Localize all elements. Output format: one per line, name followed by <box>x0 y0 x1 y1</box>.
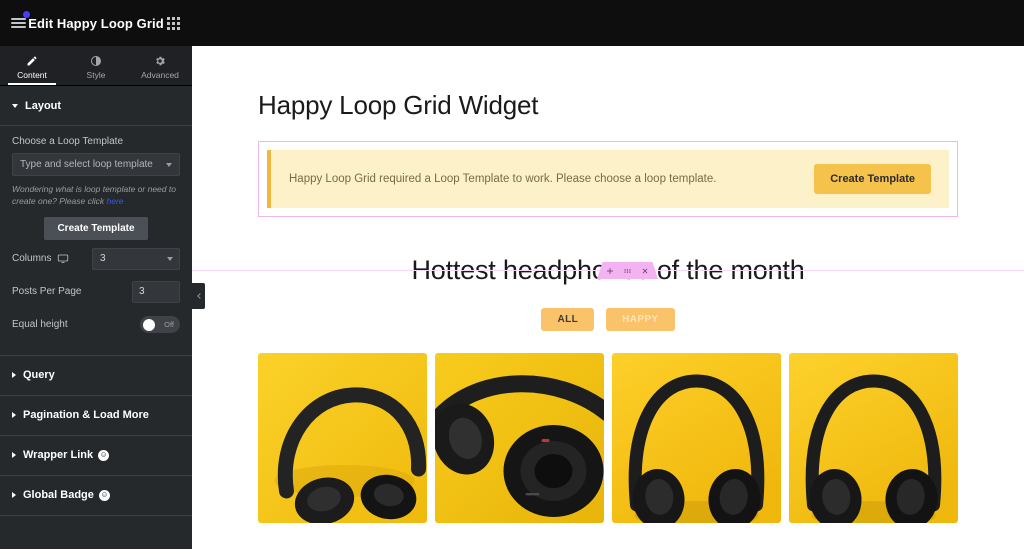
equal-height-control: Equal height Off <box>0 311 192 339</box>
section-global-badge-label: Global Badge <box>23 489 94 502</box>
columns-select[interactable]: 3 <box>92 247 180 270</box>
loop-grid-card[interactable] <box>612 353 781 523</box>
desktop-monitor-icon[interactable] <box>57 253 69 265</box>
loop-grid-card[interactable] <box>435 353 604 523</box>
pencil-icon <box>27 55 37 65</box>
posts-per-page-control: Posts Per Page <box>0 278 192 306</box>
section-layout-label: Layout <box>25 99 62 112</box>
caret-right-icon <box>12 372 16 379</box>
loop-template-label: Choose a Loop Template <box>12 136 124 147</box>
section-pagination-load-more[interactable]: Pagination & Load More <box>0 396 192 436</box>
equal-height-label: Equal height <box>12 319 68 331</box>
toggle-knob <box>143 318 155 331</box>
close-x-icon[interactable] <box>641 267 649 275</box>
element-floating-toolbar <box>597 262 658 279</box>
panel-title: Edit Happy Loop Grid <box>28 15 164 31</box>
panel-body: Layout Choose a Loop Template Type and s… <box>0 86 192 549</box>
contrast-half-circle-icon <box>91 55 101 66</box>
collapsed-sections: Query Pagination & Load More Wrapper Lin… <box>0 354 192 516</box>
editor-canvas: Happy Loop Grid Widget Happy Loop Grid r… <box>192 0 1024 549</box>
notice-create-template-button[interactable]: Create Template <box>814 164 931 194</box>
tab-style[interactable]: Style <box>64 46 128 85</box>
gear-icon <box>156 56 165 65</box>
widget-selected-outline[interactable]: Happy Loop Grid required a Loop Template… <box>258 141 958 217</box>
equal-height-toggle[interactable]: Off <box>140 316 180 334</box>
loop-grid-widget-section: Happy Loop Grid Widget Happy Loop Grid r… <box>192 46 1024 217</box>
section-query[interactable]: Query <box>0 356 192 396</box>
notice-text: Happy Loop Grid required a Loop Template… <box>289 173 717 185</box>
happy-addons-pro-badge-icon: ☺ <box>98 449 110 461</box>
loop-template-help: Wondering what is loop template or need … <box>12 183 180 208</box>
filter-bar: ALL HAPPY <box>192 308 1024 331</box>
create-template-button[interactable]: Create Template <box>44 216 148 240</box>
editor-panel: Edit Happy Loop Grid Content Style Advan… <box>0 0 192 549</box>
headphones-tilted-left-image <box>258 353 427 523</box>
happy-addons-pro-badge-icon: ☺ <box>98 489 110 501</box>
caret-down-icon <box>12 103 18 108</box>
loop-grid-card[interactable] <box>258 353 427 523</box>
loop-template-control: Choose a Loop Template Type and select l… <box>0 126 192 240</box>
page-title: Happy Loop Grid Widget <box>258 90 539 120</box>
columns-label: Columns <box>12 253 52 265</box>
tab-content[interactable]: Content <box>0 46 64 85</box>
tab-style-label: Style <box>86 69 106 80</box>
headphones-front-centered-2-image <box>789 353 958 523</box>
loop-template-value: Type and select loop template <box>20 159 153 170</box>
caret-right-icon <box>12 492 16 499</box>
elementor-editor: Edit Happy Loop Grid Content Style Advan… <box>0 0 1024 549</box>
section-wrapper-link[interactable]: Wrapper Link ☺ <box>0 436 192 476</box>
headphones-front-centered-image <box>612 353 781 523</box>
section-wrapper-link-label: Wrapper Link <box>23 449 94 462</box>
tab-advanced[interactable]: Advanced <box>128 46 192 85</box>
posts-per-page-input[interactable] <box>132 280 180 303</box>
section-layout[interactable]: Layout <box>0 86 192 126</box>
help-text-body: Wondering what is loop template or need … <box>12 184 176 207</box>
help-link-here[interactable]: here <box>107 196 124 206</box>
section-pagination-label: Pagination & Load More <box>23 409 149 422</box>
section-query-label: Query <box>23 369 55 382</box>
caret-right-icon <box>12 452 16 459</box>
posts-per-page-label: Posts Per Page <box>12 286 82 298</box>
loop-template-select[interactable]: Type and select loop template <box>12 153 180 176</box>
caret-right-icon <box>12 412 16 419</box>
loop-template-notice: Happy Loop Grid required a Loop Template… <box>267 150 949 208</box>
canvas-top-strip <box>192 0 1024 46</box>
columns-label-wrap: Columns <box>12 253 92 265</box>
columns-control: Columns 3 <box>0 245 192 273</box>
headphones-closeup-angled-image <box>435 353 604 523</box>
drag-handle-dots-icon[interactable] <box>623 267 632 275</box>
tab-content-label: Content <box>17 69 47 80</box>
tab-advanced-label: Advanced <box>141 69 179 80</box>
panel-header: Edit Happy Loop Grid <box>0 0 192 46</box>
section-global-badge[interactable]: Global Badge ☺ <box>0 476 192 516</box>
apps-grid-icon[interactable] <box>164 12 184 34</box>
filter-button-happy[interactable]: HAPPY <box>606 308 675 331</box>
loop-grid-card[interactable] <box>789 353 958 523</box>
hamburger-menu-icon[interactable] <box>8 11 31 34</box>
loop-grid-cards <box>192 353 1024 523</box>
panel-collapse-handle[interactable] <box>192 283 205 309</box>
columns-value: 3 <box>100 253 106 265</box>
chevron-left-icon <box>196 293 203 299</box>
toggle-state-label: Off <box>164 320 174 330</box>
plus-icon[interactable] <box>606 267 614 275</box>
panel-tabs: Content Style Advanced <box>0 46 192 86</box>
filter-button-all[interactable]: ALL <box>541 308 595 331</box>
